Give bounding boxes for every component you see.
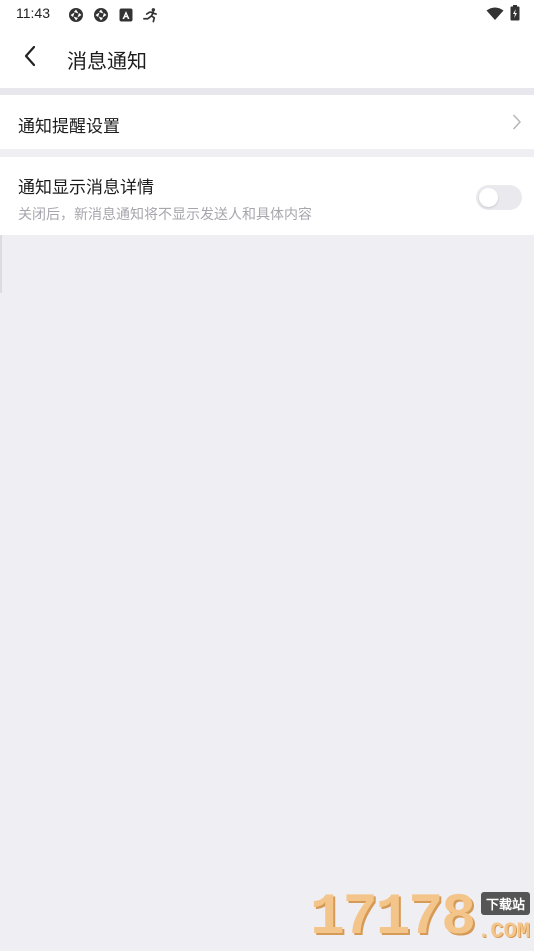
watermark-digits: 17178 (310, 886, 476, 951)
a-notification-icon (117, 6, 134, 23)
notification-reminder-settings-row[interactable]: 通知提醒设置 (0, 95, 534, 149)
divider (0, 235, 2, 293)
chevron-right-icon (512, 114, 522, 134)
status-bar: 11:43 (0, 0, 534, 28)
page-title: 消息通知 (67, 49, 147, 73)
chevron-left-icon (23, 45, 37, 71)
status-notification-icons (67, 6, 159, 23)
aperture-icon (67, 6, 84, 23)
app-header: 消息通知 (0, 28, 534, 88)
battery-charging-icon (510, 5, 520, 25)
back-button[interactable] (14, 44, 46, 72)
aperture-icon (92, 6, 109, 23)
watermark-suffix: .COM (477, 919, 530, 944)
divider (0, 149, 534, 157)
show-message-details-description: 关闭后，新消息通知将不显示发送人和具体内容 (18, 207, 312, 223)
show-message-details-title: 通知显示消息详情 (18, 178, 154, 198)
show-message-details-toggle[interactable] (476, 185, 522, 210)
watermark-logo: 17178 下载站 .COM (310, 888, 534, 950)
watermark-badge: 下载站 (480, 892, 530, 915)
wifi-icon (486, 6, 504, 25)
status-time: 11:43 (16, 5, 50, 21)
status-system-icons (486, 5, 520, 25)
running-icon (142, 6, 159, 23)
notification-reminder-settings-label: 通知提醒设置 (18, 117, 120, 137)
divider (0, 88, 534, 95)
toggle-knob (479, 188, 498, 207)
show-message-details-row: 通知显示消息详情 关闭后，新消息通知将不显示发送人和具体内容 (0, 157, 534, 235)
